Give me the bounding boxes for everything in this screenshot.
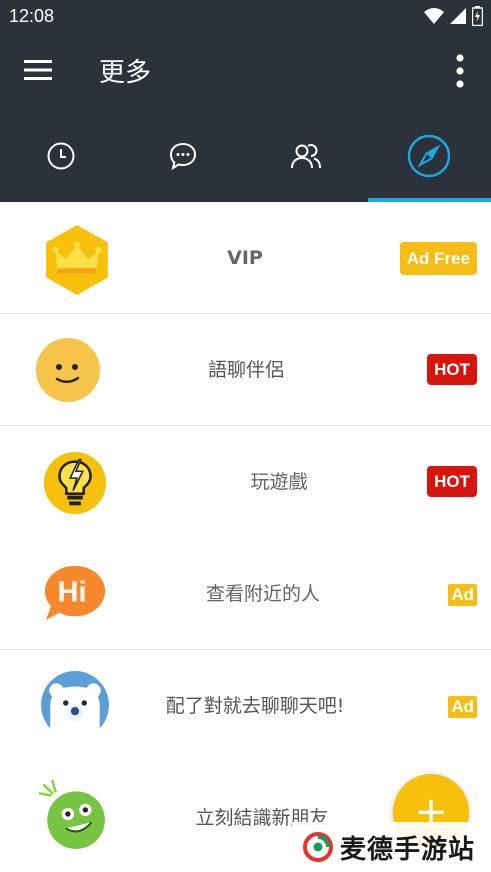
- ad-badge: Ad: [448, 696, 477, 718]
- ad-badge: Ad: [448, 584, 477, 606]
- more-options-icon[interactable]: [455, 54, 465, 88]
- lightbulb-icon: [43, 451, 107, 515]
- menu-icon[interactable]: [24, 58, 52, 82]
- ad-free-badge: Ad Free: [399, 242, 477, 275]
- tab-recent[interactable]: [0, 110, 122, 202]
- svg-text:Hi: Hi: [58, 577, 87, 609]
- friends-icon: [291, 143, 321, 169]
- wifi-icon: [424, 8, 444, 24]
- list-item-voice-companion[interactable]: 語聊伴侶 HOT: [0, 314, 491, 426]
- list-item-label: 查看附近的人: [205, 583, 320, 605]
- list-item-label: 配了對就去聊聊天吧!: [165, 695, 345, 717]
- status-icons: [424, 6, 483, 26]
- smiley-icon: [36, 338, 100, 402]
- signal-icon: [450, 8, 466, 24]
- watermark-text: 麦德手游站: [340, 834, 476, 865]
- list-item-vip[interactable]: VIP Ad Free: [0, 202, 491, 314]
- tab-discover[interactable]: [368, 110, 490, 202]
- list-item-games[interactable]: 玩遊戲 HOT: [0, 426, 491, 538]
- page-title: 更多: [99, 58, 152, 88]
- status-bar: 12:08: [0, 0, 491, 34]
- tab-bar: [0, 110, 491, 202]
- hot-badge: HOT: [427, 354, 477, 385]
- compass-icon: [407, 134, 451, 178]
- watermark-logo-icon: [303, 832, 333, 862]
- app-bar: 更多: [0, 34, 491, 110]
- watermark: 麦德手游站: [292, 822, 491, 872]
- recent-icon: [47, 142, 75, 170]
- list-item-label: 語聊伴侶: [207, 359, 284, 381]
- tab-chat[interactable]: [122, 110, 244, 202]
- list-item-nearby-people[interactable]: Hi 查看附近的人 Ad: [0, 538, 491, 650]
- more-list: VIP Ad Free 語聊伴侶 HOT 玩遊戲 HOT Hi 查看附近的人 A…: [0, 202, 491, 872]
- status-time: 12:08: [9, 6, 55, 26]
- battery-icon: [472, 6, 483, 26]
- list-item-label: 玩遊戲: [250, 471, 308, 493]
- tab-friends[interactable]: [245, 110, 367, 202]
- hi-bubble-icon: Hi: [44, 565, 106, 621]
- list-item-matched-chat[interactable]: 配了對就去聊聊天吧! Ad: [0, 650, 491, 762]
- hot-badge: HOT: [427, 466, 477, 497]
- crown-icon: [46, 225, 108, 296]
- chat-icon: [169, 142, 197, 171]
- polar-bear-icon: [41, 671, 109, 740]
- green-face-icon: [38, 779, 105, 849]
- list-item-label: VIP: [227, 247, 263, 269]
